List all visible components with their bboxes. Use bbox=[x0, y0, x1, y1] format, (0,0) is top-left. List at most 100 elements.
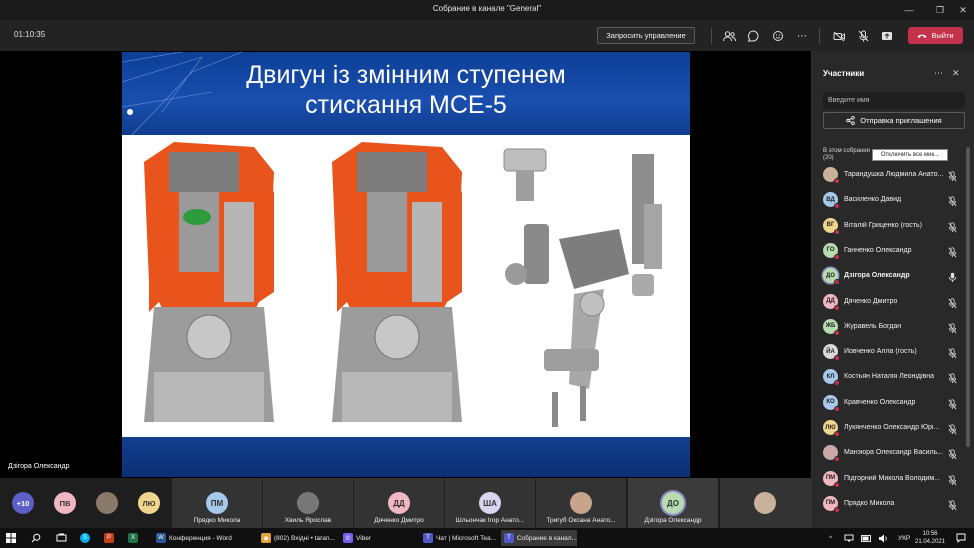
participant-tile[interactable]: ПМ Прядко Микола bbox=[172, 478, 262, 528]
panel-close-icon[interactable]: ✕ bbox=[952, 68, 960, 79]
panel-more-icon[interactable]: ⋯ bbox=[934, 68, 943, 79]
participant-name: Костьян Наталія Леонідівна bbox=[844, 373, 935, 381]
participants-panel: Участники ⋯ ✕ Введите имя Отправка пригл… bbox=[811, 51, 974, 528]
participant-row[interactable]: ЛЮ Лукянченко Олександр Юрі... bbox=[812, 416, 967, 440]
participant-row[interactable]: ВД Василенко Давид bbox=[812, 188, 967, 212]
clock-time: 10:56 bbox=[922, 531, 938, 537]
notifications-icon[interactable] bbox=[956, 530, 966, 546]
participant-tile[interactable]: ДО Дзігора Олександр bbox=[628, 478, 718, 528]
participant-avatar[interactable]: ПВ bbox=[54, 492, 76, 514]
mic-off-icon bbox=[948, 397, 958, 410]
section-count: (20) bbox=[823, 155, 834, 161]
chat-icon[interactable] bbox=[745, 28, 761, 44]
participants-section-header[interactable]: В этом собрании (20) bbox=[823, 148, 870, 162]
volume-icon[interactable] bbox=[878, 530, 888, 546]
slide-title-line-2: стискання MCE-5 bbox=[305, 91, 507, 119]
participant-tile[interactable]: ША Шльончак Ігор Анато... bbox=[445, 478, 535, 528]
participant-name: Прядко Микола bbox=[844, 499, 895, 507]
presentation-slide: Двигун із змінним ступенем стискання MCE… bbox=[122, 52, 690, 477]
mic-off-icon[interactable] bbox=[855, 28, 871, 44]
participant-row[interactable]: КО Кравченко Олександр bbox=[812, 391, 967, 415]
taskbar-app[interactable]: ◉ (802) Вхідні • taran... bbox=[258, 530, 336, 546]
participant-tile[interactable] bbox=[720, 478, 811, 528]
taskbar-app[interactable]: T Чат | Microsoft Tea... bbox=[420, 530, 496, 546]
start-button[interactable] bbox=[6, 530, 16, 546]
participant-row[interactable]: ДД Дяченко Дмитро bbox=[812, 290, 967, 314]
request-control-button[interactable]: Запросить управление bbox=[597, 27, 695, 44]
participant-tile[interactable]: ДД Дяченко Дмитро bbox=[354, 478, 444, 528]
participant-row[interactable]: КЛ Костьян Наталія Леонідівна bbox=[812, 365, 967, 389]
participant-row[interactable]: ЙА Йовченко Алла (гость) bbox=[812, 340, 967, 364]
app-icon: T bbox=[423, 533, 433, 543]
participant-tile-name: Тригуб Оксана Анато... bbox=[546, 517, 616, 524]
participant-name: Віталій Гриценко (гость) bbox=[844, 221, 922, 229]
mic-off-icon bbox=[948, 321, 958, 334]
presence-status-icon bbox=[834, 203, 840, 210]
app-icon: ◉ bbox=[261, 533, 271, 543]
participant-search-input[interactable]: Введите имя bbox=[823, 92, 965, 109]
participant-photo-avatar[interactable] bbox=[96, 492, 118, 514]
share-screen-icon[interactable] bbox=[879, 28, 895, 44]
title-bar: Собрание в канале "General" — ❐ ✕ bbox=[0, 0, 974, 20]
participant-tile[interactable]: Тригуб Оксана Анато... bbox=[536, 478, 626, 528]
camera-off-icon[interactable] bbox=[831, 28, 847, 44]
network-icon[interactable] bbox=[844, 530, 854, 546]
participant-row[interactable]: ПМ Прядко Микола bbox=[812, 492, 967, 516]
slide-title: Двигун із змінним ступенем стискання MCE… bbox=[122, 60, 690, 120]
panel-scrollbar[interactable] bbox=[966, 147, 970, 447]
more-actions-icon[interactable]: ⋯ bbox=[794, 28, 810, 44]
participant-name: Василенко Давид bbox=[844, 196, 902, 204]
tray-overflow-icon[interactable]: ^ bbox=[829, 530, 832, 546]
more-participants-badge[interactable]: +10 bbox=[12, 492, 34, 514]
presence-status-icon bbox=[834, 304, 840, 311]
mic-off-icon bbox=[948, 194, 958, 207]
battery-icon[interactable] bbox=[861, 530, 872, 546]
participant-avatar bbox=[570, 492, 592, 514]
participant-name: Підгорний Микола Володим... bbox=[844, 474, 940, 482]
participant-name: Тарандушка Людмила Анато... bbox=[844, 171, 944, 178]
mic-off-icon bbox=[948, 498, 958, 511]
mic-off-icon bbox=[948, 245, 958, 258]
mic-off-icon bbox=[948, 371, 958, 384]
clock-date: 21.04.2021 bbox=[914, 539, 946, 545]
participant-avatar bbox=[297, 492, 319, 514]
taskbar-app-label: Чат | Microsoft Tea... bbox=[435, 534, 496, 542]
participant-row[interactable]: Манзюра Олександр Василь... bbox=[812, 441, 967, 465]
language-indicator[interactable]: УКР bbox=[898, 530, 910, 546]
task-view-icon[interactable] bbox=[56, 530, 67, 546]
minimize-button[interactable]: — bbox=[896, 0, 922, 20]
taskbar-app[interactable]: ✆ Viber bbox=[340, 530, 416, 546]
taskbar-app[interactable]: W Конференция - Word bbox=[153, 530, 253, 546]
speaker-name: Дзігора Олександр bbox=[8, 463, 70, 470]
toolbar-divider bbox=[711, 28, 712, 44]
slide-title-line-1: Двигун із змінним ступенем bbox=[246, 61, 566, 89]
participant-row[interactable]: Тарандушка Людмила Анато... bbox=[812, 163, 967, 187]
participant-row[interactable]: ЖБ Журавель Богдан bbox=[812, 315, 967, 339]
reactions-icon[interactable] bbox=[770, 28, 786, 44]
leave-button[interactable]: Выйти bbox=[908, 27, 963, 44]
participant-name: Журавель Богдан bbox=[844, 322, 902, 330]
participant-tile-name: Шльончак Ігор Анато... bbox=[455, 517, 525, 524]
presence-status-icon bbox=[834, 178, 840, 184]
taskbar-app[interactable]: T Собрание в канал... bbox=[501, 530, 577, 546]
participant-row[interactable]: ДО Дзігора Олександр bbox=[812, 264, 967, 288]
participant-tile[interactable]: Хвиль Ярослав bbox=[263, 478, 353, 528]
system-clock[interactable]: 10:56 21.04.2021 bbox=[912, 530, 948, 546]
excel-icon[interactable]: X bbox=[128, 530, 138, 546]
participant-row[interactable]: ГО Ганненко Олександр bbox=[812, 239, 967, 263]
skype-icon[interactable]: S bbox=[80, 530, 90, 546]
app-icon: T bbox=[504, 533, 514, 543]
meeting-toolbar: 01:10:35 Запросить управление ⋯ Выйти bbox=[0, 20, 974, 51]
powerpoint-icon[interactable]: P bbox=[104, 530, 114, 546]
participant-avatar[interactable]: ЛЮ bbox=[138, 492, 160, 514]
mic-on-icon bbox=[948, 270, 958, 283]
participant-row[interactable]: ВГ Віталій Гриценко (гость) bbox=[812, 214, 967, 238]
engine-cutaway-image-left bbox=[144, 142, 274, 422]
send-invite-button[interactable]: Отправка приглашения bbox=[823, 112, 965, 129]
close-window-button[interactable]: ✕ bbox=[950, 0, 974, 20]
participants-icon[interactable] bbox=[721, 28, 737, 44]
section-title: В этом собрании bbox=[823, 148, 870, 154]
search-icon[interactable] bbox=[31, 530, 41, 546]
mute-all-button[interactable]: Отключить все мик... bbox=[872, 149, 948, 161]
participant-row[interactable]: ПМ Підгорний Микола Володим... bbox=[812, 467, 967, 491]
